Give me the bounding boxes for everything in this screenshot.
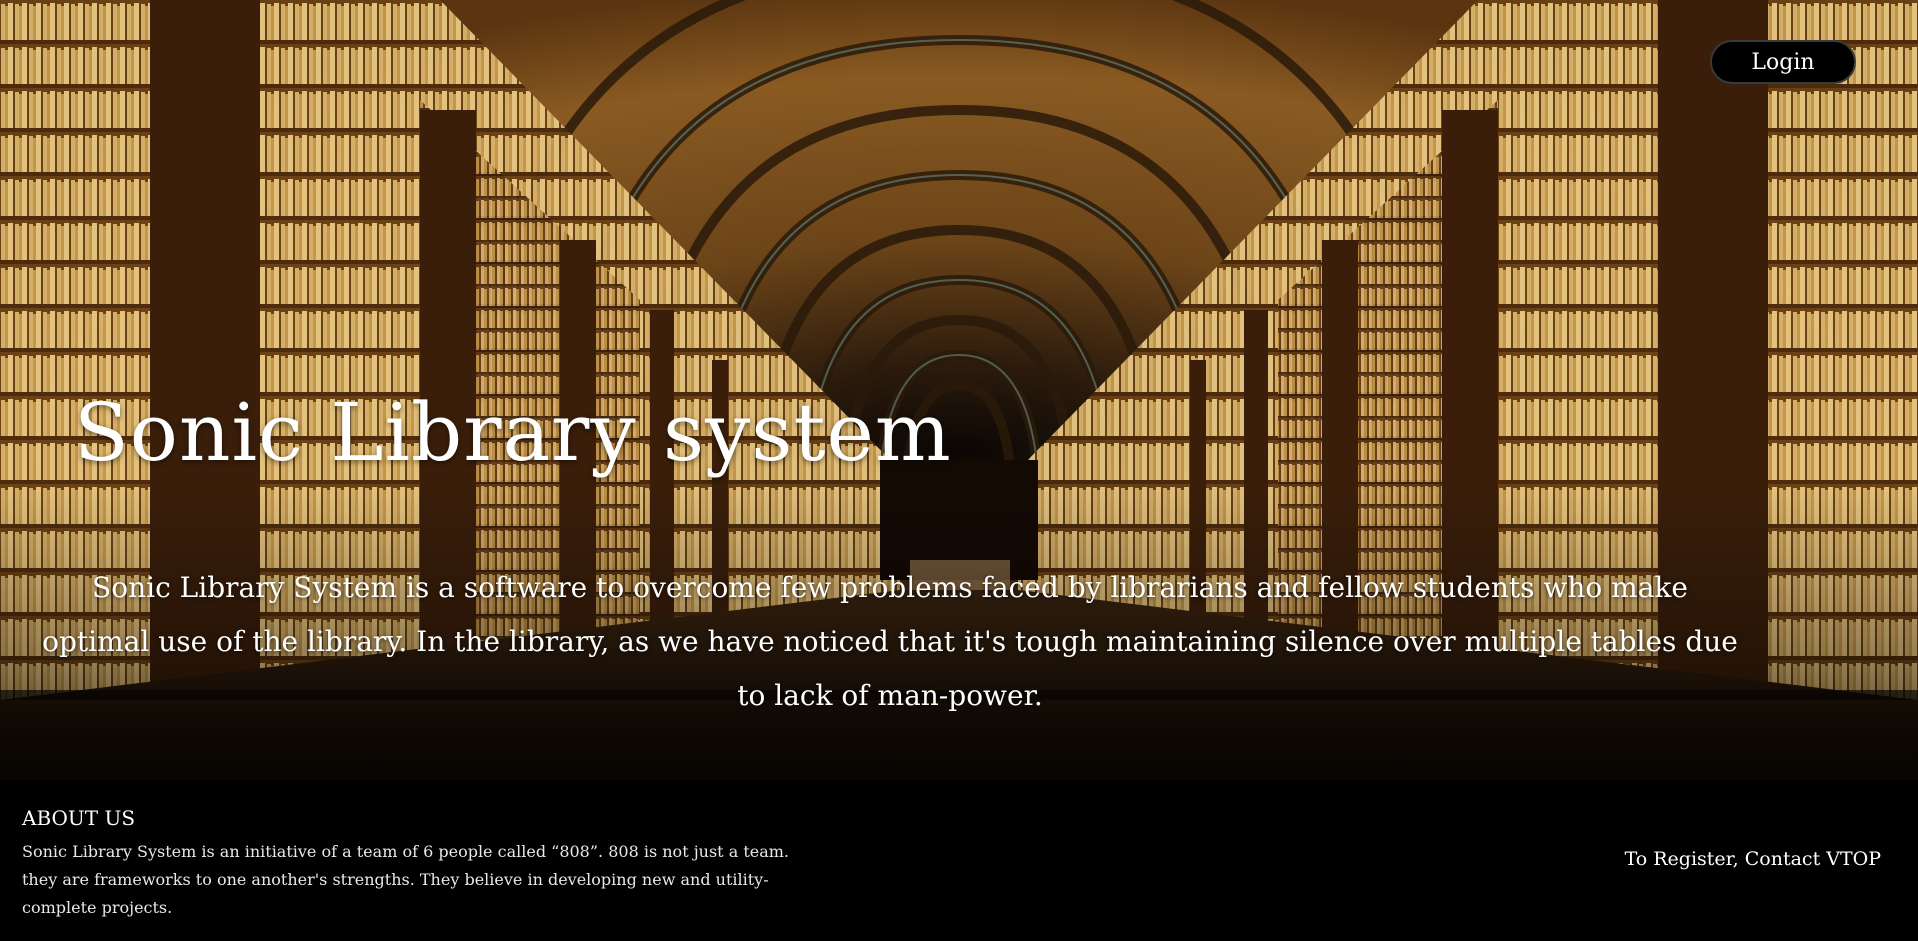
login-button[interactable]: Login	[1710, 40, 1856, 84]
register-contact-text: To Register, Contact VTOP	[1624, 848, 1881, 870]
hero-section: Login Sonic Library system Sonic Library…	[0, 0, 1918, 780]
page-title: Sonic Library system	[74, 386, 952, 479]
about-us-text: Sonic Library System is an initiative of…	[22, 842, 790, 917]
hero-description: Sonic Library System is a software to ov…	[42, 571, 1738, 712]
about-us-heading: ABOUT US	[22, 806, 136, 830]
footer: ABOUT US Sonic Library System is an init…	[0, 780, 1918, 941]
